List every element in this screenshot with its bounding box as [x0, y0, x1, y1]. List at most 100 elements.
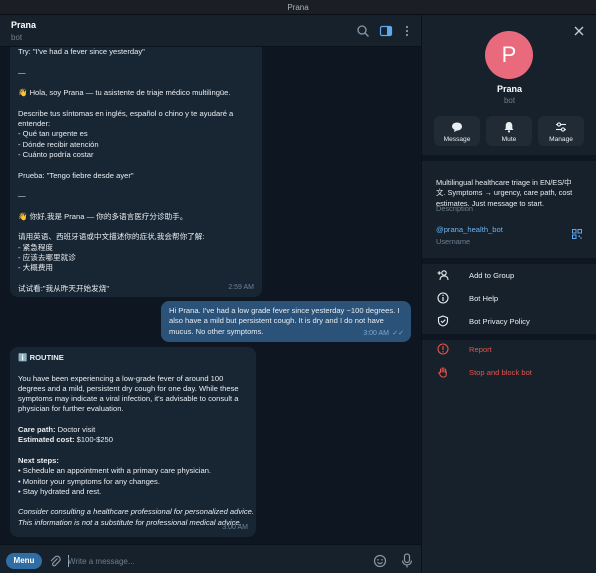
chat-pane: Prana bot Try: "I've had a fever since y… — [0, 15, 421, 573]
text-line: 👋 你好,我是 Prana — 你的多语言医疗分诊助手。 — [18, 211, 188, 221]
menu-item-label: Stop and block bot — [469, 368, 532, 377]
sliders-icon — [556, 122, 566, 132]
message-list[interactable]: Try: "I've had a fever since yesterday" —… — [0, 47, 421, 544]
text-line: entender: — [18, 119, 51, 129]
menu-item-label: Bot Help — [469, 294, 499, 303]
disclaimer-text: Consider consulting a healthcare profess… — [18, 507, 254, 528]
text-line: Hi Prana. I've had a low grade fever sin… — [169, 306, 400, 315]
text-line: 试试看:"我从昨天开始发烧" — [18, 283, 110, 293]
report-icon — [437, 343, 449, 355]
urgency-heading: ROUTINE — [29, 353, 64, 362]
stop-and-block-item[interactable]: Stop and block bot — [422, 362, 596, 382]
message-time: 3:00 AM — [222, 523, 248, 531]
chat-title[interactable]: Prana — [11, 20, 36, 30]
bot-help-item[interactable]: Bot Help — [422, 288, 596, 308]
divider — [422, 258, 596, 264]
message-text: Try: "I've had a fever since yesterday" —… — [18, 47, 254, 294]
profile-name: Prana — [496, 84, 522, 94]
username-link[interactable]: @prana_health_bot — [436, 225, 503, 234]
text-line — [18, 201, 254, 211]
text-line: - 紧急程度 — [18, 242, 54, 252]
text-line: • Schedule an appointment with a primary… — [18, 466, 212, 476]
more-options-icon[interactable] — [400, 24, 414, 38]
text-line: - Cuánto podría costar — [18, 149, 94, 159]
microphone-icon[interactable] — [400, 553, 414, 569]
add-user-icon — [437, 270, 449, 281]
text-line — [18, 98, 254, 108]
cost-label: Estimated cost: — [18, 435, 75, 445]
assessment-paragraph: You have been experiencing a low-grade f… — [18, 374, 248, 415]
message-bubble-incoming[interactable]: Try: "I've had a fever since yesterday" —… — [10, 47, 262, 297]
profile-subtitle: bot — [503, 96, 516, 105]
bell-icon — [504, 122, 514, 133]
sidebar-toggle-icon[interactable] — [379, 24, 393, 38]
message-input[interactable] — [68, 554, 358, 568]
text-line — [18, 222, 254, 232]
text-line: - Dónde recibir atención — [18, 139, 99, 149]
text-line: Consider consulting a healthcare profess… — [18, 507, 254, 517]
report-item[interactable]: Report — [422, 339, 596, 359]
next-steps-list: • Schedule an appointment with a primary… — [18, 466, 248, 497]
text-line — [18, 160, 254, 170]
username-caption: Username — [436, 237, 471, 246]
message-action-button[interactable]: Message — [434, 116, 480, 146]
attach-icon[interactable] — [48, 554, 62, 568]
menu-item-label: Add to Group — [469, 271, 515, 280]
chat-header[interactable]: Prana bot — [0, 15, 421, 47]
emoji-icon[interactable] — [373, 554, 387, 568]
bot-menu-button[interactable]: Menu — [6, 553, 42, 569]
message-bubble-outgoing[interactable]: Hi Prana. I've had a low grade fever sin… — [161, 301, 411, 342]
description-caption: Description — [436, 204, 473, 213]
text-line: — — [18, 191, 26, 201]
bot-privacy-policy-item[interactable]: Bot Privacy Policy — [422, 311, 596, 331]
text-line: Describe tus síntomas en inglés, español… — [18, 108, 234, 118]
text-line: You have been experiencing a low-grade f… — [18, 373, 224, 383]
message-time: 2:59 AM — [228, 283, 254, 291]
text-line — [18, 78, 254, 88]
profile-panel: P Prana bot Message Mute Manage Multilin… — [421, 15, 596, 573]
cost-value: $100-$250 — [74, 435, 113, 445]
avatar[interactable]: P — [485, 31, 533, 79]
text-line: - 大概费用 — [18, 263, 54, 273]
info-badge-icon: ℹ️ — [18, 353, 28, 362]
text-line — [18, 181, 254, 191]
text-line: 请用英语、西班牙语或中文描述你的症状,我会帮你了解: — [18, 232, 205, 242]
message-composer: Menu — [0, 544, 421, 573]
next-steps-label: Next steps: — [18, 455, 59, 465]
text-line — [18, 57, 254, 67]
care-path-value: Doctor visit — [55, 425, 96, 435]
add-to-group-item[interactable]: Add to Group — [422, 265, 596, 285]
text-line: - Qué tan urgente es — [18, 129, 88, 139]
divider — [422, 155, 596, 161]
manage-action-button[interactable]: Manage — [538, 116, 584, 146]
mute-action-button[interactable]: Mute — [486, 116, 532, 146]
text-line: • Monitor your symptoms for any changes. — [18, 476, 160, 486]
window-title: Prana — [287, 3, 309, 12]
text-line: - 应该去哪里就诊 — [18, 252, 76, 262]
text-line: symptoms may indicate a viral infection,… — [18, 394, 239, 404]
text-line: This information is not a substitute for… — [18, 517, 242, 527]
close-icon[interactable] — [573, 25, 585, 37]
action-label: Mute — [501, 136, 517, 143]
text-line: degrees and a mild, persistent dry cough… — [18, 383, 239, 393]
text-line: Multilingual healthcare triage in EN/ES/… — [436, 178, 572, 187]
search-icon[interactable] — [356, 24, 370, 38]
read-checkmarks-icon: ✓✓ — [392, 329, 404, 337]
message-icon — [452, 122, 462, 132]
text-line: — — [18, 67, 26, 77]
text-line: physician for further evaluation. — [18, 404, 124, 414]
window-titlebar: Prana — [0, 0, 596, 15]
text-line: Try: "I've had a fever since yesterday" — [18, 47, 145, 56]
qr-code-icon[interactable] — [572, 229, 582, 239]
text-line: • Stay hydrated and rest. — [18, 486, 102, 496]
message-bubble-incoming[interactable]: ℹ️ ROUTINE You have been experiencing a … — [10, 347, 256, 537]
chat-subtitle: bot — [11, 33, 23, 42]
message-time: 3:00 AM — [363, 329, 389, 337]
text-line: Prueba: "Tengo fiebre desde ayer" — [18, 170, 134, 180]
action-label: Manage — [549, 136, 573, 143]
hand-icon — [438, 367, 447, 378]
action-label: Message — [443, 136, 471, 143]
menu-item-label: Report — [469, 345, 492, 354]
menu-item-label: Bot Privacy Policy — [469, 317, 530, 326]
text-line — [18, 274, 254, 284]
